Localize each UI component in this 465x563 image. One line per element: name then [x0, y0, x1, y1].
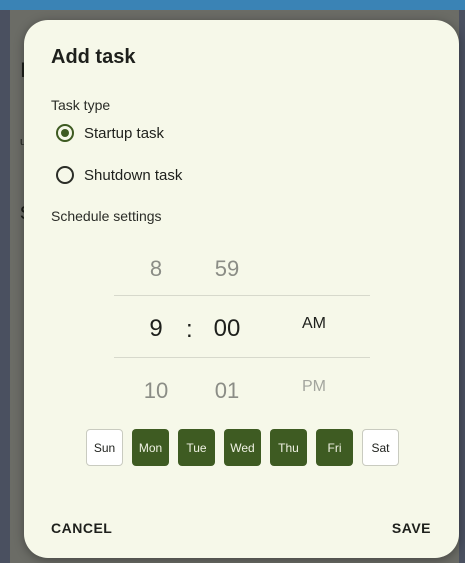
- ampm-selected-value[interactable]: AM: [292, 315, 336, 333]
- hour-next-value[interactable]: 10: [134, 378, 178, 404]
- save-button[interactable]: SAVE: [392, 520, 431, 536]
- startup-task-option[interactable]: Startup task: [56, 119, 164, 147]
- day-toggle-tue[interactable]: Tue: [178, 429, 215, 466]
- hour-prev-value[interactable]: 8: [134, 256, 178, 282]
- picker-divider-top: [114, 295, 370, 296]
- shutdown-task-label[interactable]: Shutdown task: [84, 167, 182, 184]
- cancel-button[interactable]: CANCEL: [51, 520, 112, 536]
- dialog-title: Add task: [51, 46, 136, 68]
- add-task-dialog: Add task Task type Startup task Shutdown…: [24, 20, 459, 558]
- picker-divider-bottom: [114, 357, 370, 358]
- hour-selected-value[interactable]: 9: [134, 315, 178, 343]
- radio-unselected-icon[interactable]: [56, 166, 74, 184]
- time-separator: :: [186, 316, 193, 343]
- shutdown-task-option[interactable]: Shutdown task: [56, 161, 182, 189]
- radio-selected-icon[interactable]: [56, 124, 74, 142]
- minute-next-value[interactable]: 01: [202, 378, 252, 404]
- day-toggle-sun[interactable]: Sun: [86, 429, 123, 466]
- startup-task-label[interactable]: Startup task: [84, 125, 164, 142]
- day-toggle-sat[interactable]: Sat: [362, 429, 399, 466]
- day-toggle-mon[interactable]: Mon: [132, 429, 169, 466]
- day-selector: Sun Mon Tue Wed Thu Fri Sat: [86, 429, 399, 466]
- day-toggle-fri[interactable]: Fri: [316, 429, 353, 466]
- minute-prev-value[interactable]: 59: [202, 256, 252, 282]
- minute-selected-value[interactable]: 00: [202, 315, 252, 343]
- schedule-settings-label: Schedule settings: [51, 208, 162, 224]
- window-top-edge: [0, 0, 465, 10]
- ampm-next-value[interactable]: PM: [292, 378, 336, 396]
- task-type-label: Task type: [51, 97, 111, 113]
- day-toggle-thu[interactable]: Thu: [270, 429, 307, 466]
- day-toggle-wed[interactable]: Wed: [224, 429, 261, 466]
